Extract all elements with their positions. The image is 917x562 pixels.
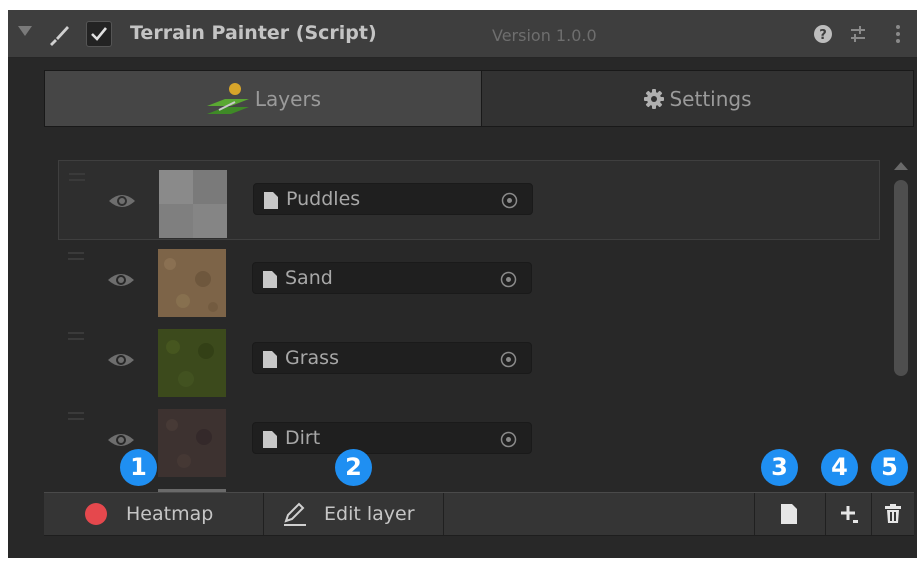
- edit-layer-button[interactable]: Edit layer: [264, 493, 444, 535]
- add-layer-icon: [841, 506, 858, 523]
- inspector-panel: Terrain Painter (Script) Version 1.0.0 ?: [8, 10, 917, 558]
- callout-5: 5: [871, 449, 908, 486]
- layer-list: Puddles Sand Grass Dirt: [58, 160, 880, 492]
- layer-row-sand[interactable]: Sand: [58, 240, 880, 320]
- eye-icon[interactable]: [106, 270, 136, 290]
- layer-name: Puddles: [286, 188, 361, 210]
- eye-icon[interactable]: [106, 350, 136, 370]
- layer-row-grass[interactable]: Grass: [58, 320, 880, 400]
- tab-settings[interactable]: Settings: [482, 71, 913, 126]
- help-icon[interactable]: ?: [811, 22, 835, 46]
- layer-thumbnail-grass: [158, 329, 226, 397]
- delete-layer-button[interactable]: [872, 493, 914, 535]
- layers-terrain-icon: [206, 82, 249, 114]
- fold-arrow-icon[interactable]: [18, 26, 32, 36]
- file-icon: [264, 192, 278, 209]
- drag-handle-icon[interactable]: [68, 412, 84, 420]
- callout-2: 2: [335, 449, 372, 486]
- layer-thumbnail-puddles: [159, 170, 227, 238]
- version-label: Version 1.0.0: [492, 26, 597, 45]
- callout-4: 4: [821, 449, 858, 486]
- layer-name: Sand: [285, 267, 333, 289]
- layer-asset-field[interactable]: Puddles: [253, 183, 533, 215]
- callout-1: 1: [120, 449, 157, 486]
- layer-asset-field[interactable]: Dirt: [252, 422, 532, 454]
- tab-bar: Layers Settings: [44, 70, 914, 127]
- heatmap-button[interactable]: Heatmap: [44, 493, 264, 535]
- scroll-up-arrow-icon[interactable]: [894, 162, 908, 170]
- script-brush-icon: [50, 26, 69, 46]
- new-layer-file-button[interactable]: [754, 493, 826, 535]
- eye-icon[interactable]: [106, 430, 136, 450]
- trash-icon: [885, 504, 901, 523]
- layer-row-dirt[interactable]: Dirt: [58, 400, 880, 480]
- layer-row-partial: [58, 480, 880, 492]
- svg-text:?: ?: [819, 28, 827, 43]
- edit-layer-label: Edit layer: [324, 503, 415, 525]
- layer-list-scrollbar[interactable]: [888, 160, 914, 490]
- gear-icon: [644, 88, 665, 109]
- eye-icon[interactable]: [107, 191, 137, 211]
- object-picker-icon[interactable]: [500, 271, 517, 288]
- drag-handle-icon[interactable]: [68, 332, 84, 340]
- file-icon: [263, 271, 277, 288]
- drag-handle-icon[interactable]: [69, 173, 85, 181]
- new-file-icon: [781, 504, 797, 524]
- layer-row-puddles[interactable]: Puddles: [58, 160, 880, 240]
- heatmap-label: Heatmap: [126, 503, 214, 525]
- layer-thumbnail-dirt: [158, 409, 226, 477]
- callout-3: 3: [761, 449, 798, 486]
- record-dot-icon: [85, 503, 107, 525]
- component-header: Terrain Painter (Script) Version 1.0.0 ?: [8, 10, 917, 58]
- layer-toolbar: Heatmap Edit layer: [44, 492, 914, 536]
- object-picker-icon[interactable]: [501, 192, 518, 209]
- object-picker-icon[interactable]: [500, 431, 517, 448]
- layer-thumbnail-sand: [158, 249, 226, 317]
- checkmark-icon: [91, 27, 108, 41]
- tab-settings-label: Settings: [669, 86, 752, 111]
- add-layer-button[interactable]: [826, 493, 872, 535]
- object-picker-icon[interactable]: [500, 351, 517, 368]
- layer-asset-field[interactable]: Sand: [252, 262, 532, 294]
- tab-layers-label: Layers: [254, 86, 322, 111]
- pencil-icon: [284, 502, 306, 526]
- layer-name: Dirt: [285, 427, 321, 449]
- drag-handle-icon[interactable]: [68, 252, 84, 260]
- file-icon: [263, 351, 277, 368]
- component-title: Terrain Painter (Script): [130, 22, 377, 44]
- enable-checkbox[interactable]: [86, 21, 112, 47]
- presets-icon[interactable]: [846, 22, 870, 46]
- file-icon: [263, 431, 277, 448]
- layer-asset-field[interactable]: Grass: [252, 342, 532, 374]
- scroll-thumb[interactable]: [894, 180, 908, 376]
- tab-layers[interactable]: Layers: [45, 71, 482, 126]
- more-options-icon[interactable]: [886, 22, 910, 46]
- layer-name: Grass: [285, 347, 339, 369]
